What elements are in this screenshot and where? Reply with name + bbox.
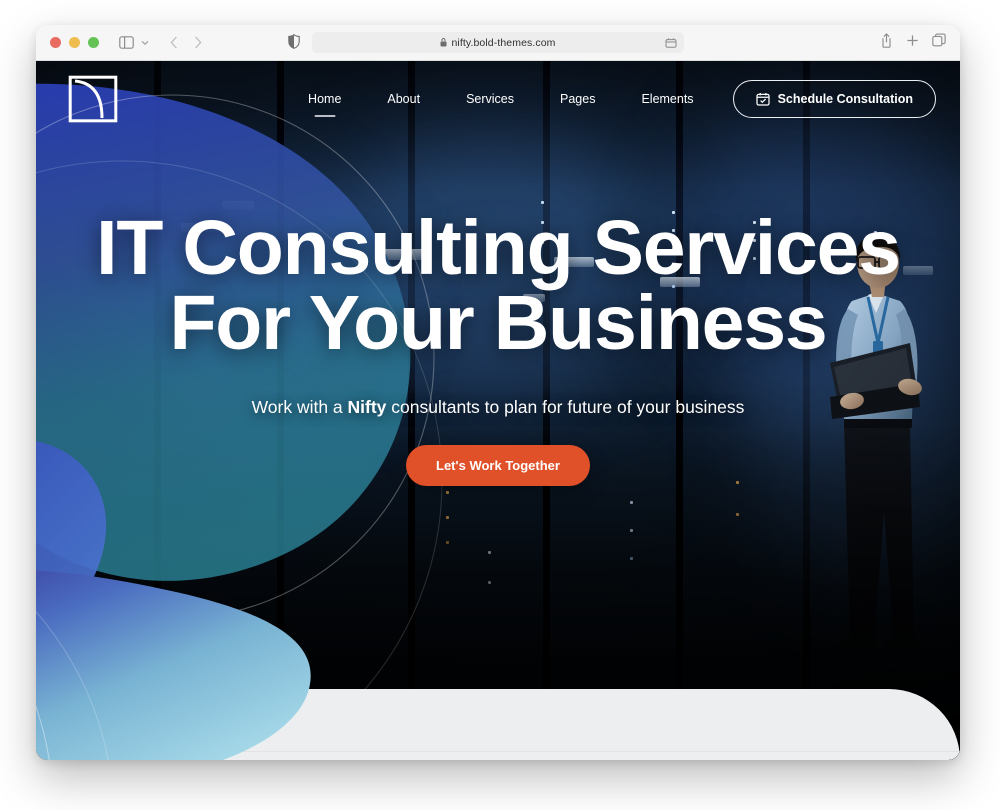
page-viewport: Home About Services Pages Elements Sched…	[36, 61, 960, 760]
nav-item-home[interactable]: Home	[285, 86, 364, 117]
toolbar-right-actions	[880, 32, 946, 53]
active-nav-indicator	[314, 114, 336, 117]
hero-subtitle-brand: Nifty	[347, 397, 387, 418]
content-section-panel	[36, 689, 960, 760]
address-bar[interactable]: nifty.bold-themes.com	[312, 32, 684, 53]
nav-item-services[interactable]: Services	[443, 86, 537, 112]
nav-item-elements[interactable]: Elements	[618, 86, 716, 112]
browser-window: nifty.bold-themes.com Home About Service…	[36, 25, 960, 760]
hero-heading: IT Consulting Services For Your Business	[36, 205, 960, 366]
nav-item-pages[interactable]: Pages	[537, 86, 618, 112]
site-logo[interactable]	[68, 75, 118, 123]
hero-subtitle-after: consultants to plan for future of your b…	[386, 397, 745, 418]
reader-view-icon[interactable]	[665, 36, 677, 54]
nav-label-elements: Elements	[641, 92, 694, 106]
lock-icon	[440, 38, 447, 47]
schedule-consultation-label: Schedule Consultation	[777, 92, 913, 106]
hero-section: IT Consulting Services For Your Business…	[36, 205, 960, 487]
nav-label-about: About	[387, 92, 421, 106]
hero-subtitle-before: Work with a	[251, 397, 348, 418]
panel-divider	[36, 751, 960, 752]
nav-label-pages: Pages	[560, 92, 596, 106]
main-navigation: Home About Services Pages Elements Sched…	[285, 80, 936, 118]
lets-work-together-button[interactable]: Let's Work Together	[406, 445, 590, 487]
site-header: Home About Services Pages Elements Sched…	[36, 61, 960, 137]
share-icon[interactable]	[880, 32, 893, 53]
browser-toolbar: nifty.bold-themes.com	[36, 25, 960, 61]
address-bar-container: nifty.bold-themes.com	[36, 32, 960, 53]
url-text: nifty.bold-themes.com	[451, 36, 556, 49]
hero-heading-line1: IT Consulting Services	[96, 205, 901, 291]
screenshot-root: nifty.bold-themes.com Home About Service…	[0, 0, 1000, 810]
schedule-consultation-button[interactable]: Schedule Consultation	[732, 80, 936, 118]
tab-overview-icon[interactable]	[932, 33, 946, 52]
plus-icon[interactable]	[906, 34, 919, 52]
nav-label-services: Services	[466, 92, 514, 106]
hero-heading-line2: For Your Business	[169, 279, 827, 366]
nav-item-about[interactable]: About	[364, 86, 443, 112]
calendar-check-icon	[755, 92, 770, 106]
nav-label-home: Home	[308, 92, 342, 106]
hero-subtitle: Work with a Nifty consultants to plan fo…	[36, 397, 960, 418]
